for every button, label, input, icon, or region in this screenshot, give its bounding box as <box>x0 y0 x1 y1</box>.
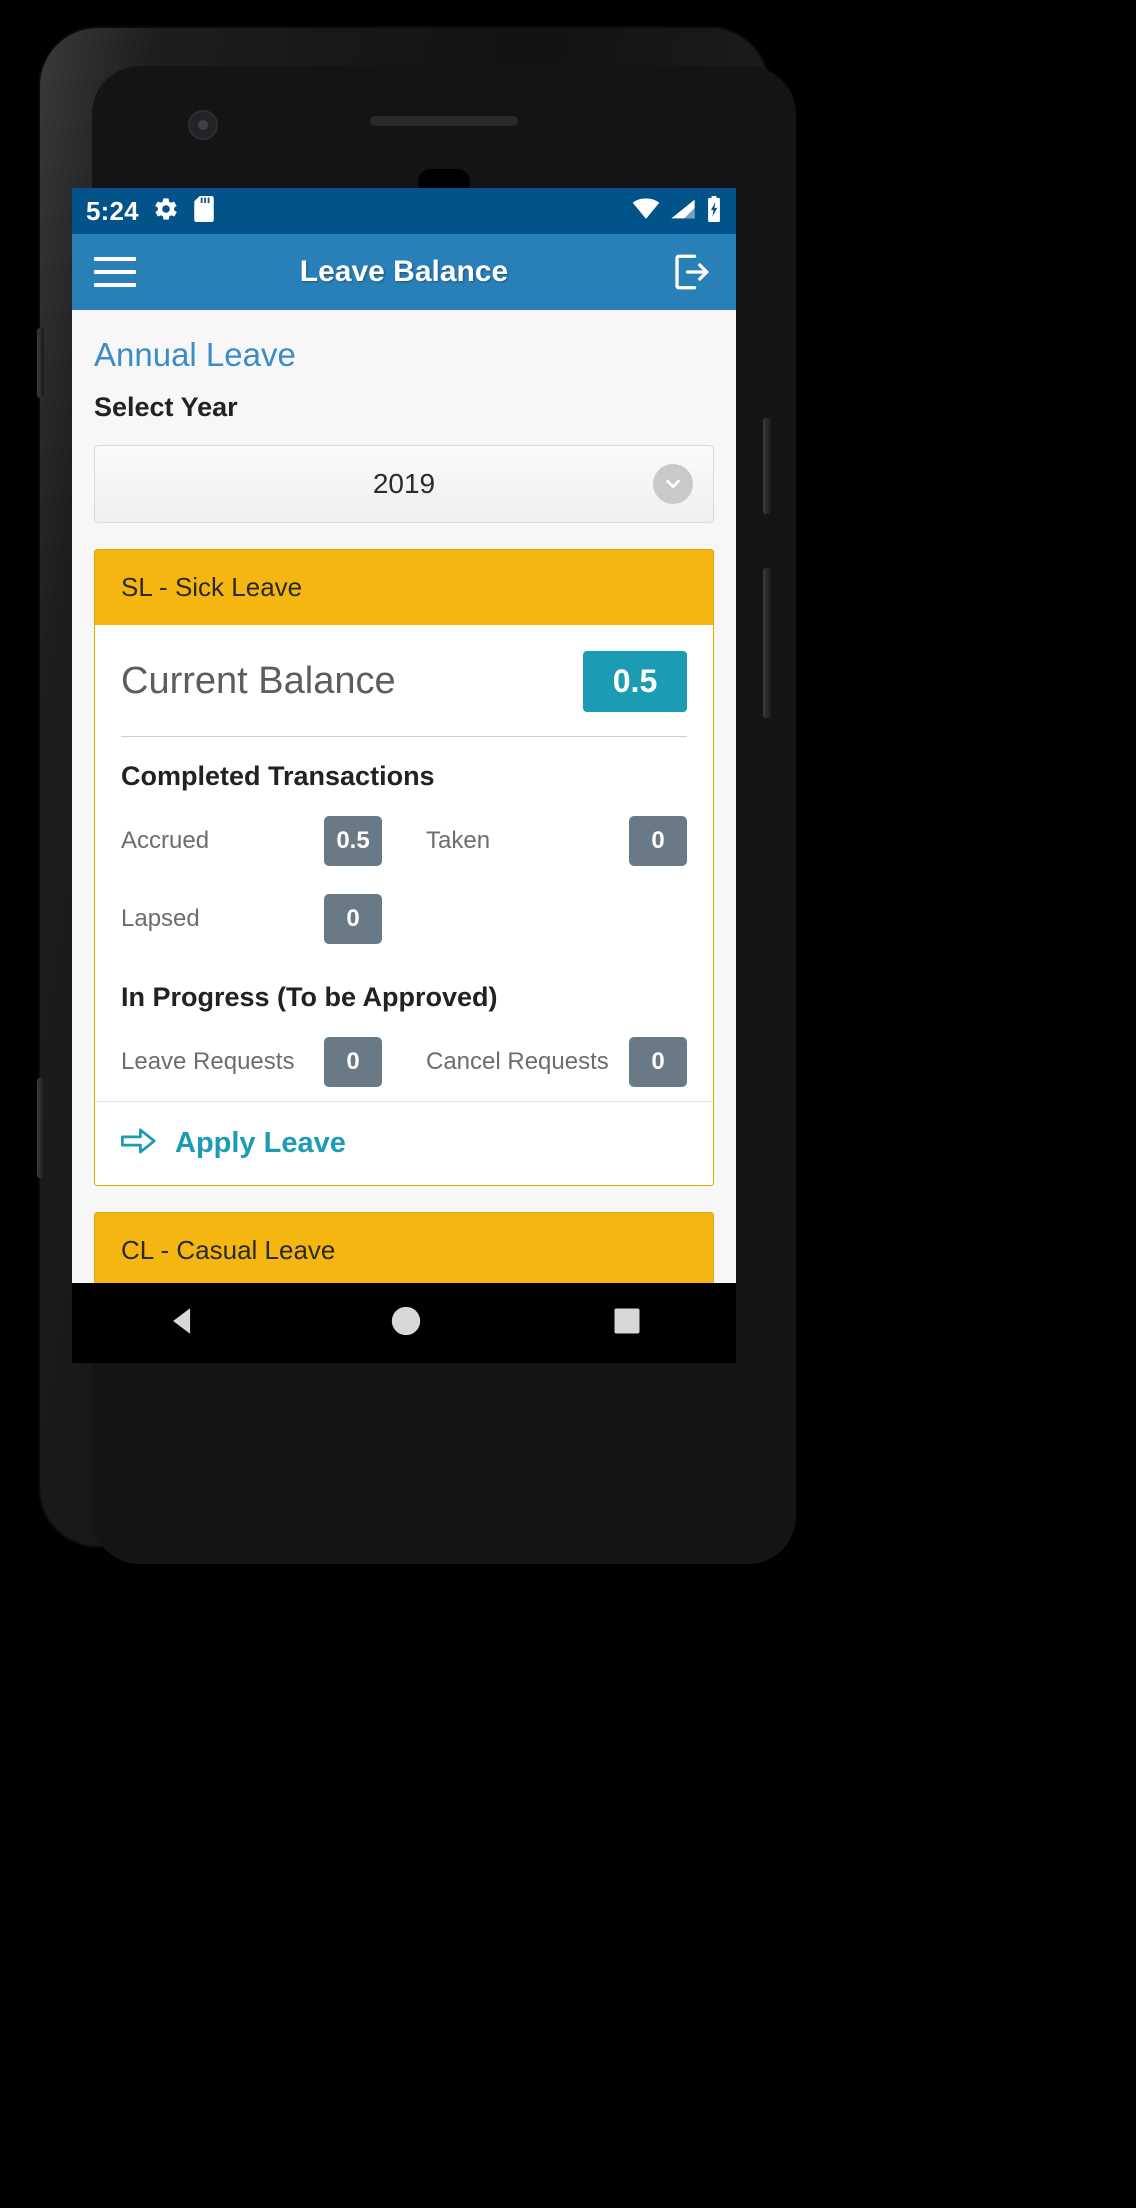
gear-icon <box>153 196 179 227</box>
logout-icon[interactable] <box>668 249 714 295</box>
stat-label: Leave Requests <box>121 1048 295 1075</box>
year-select-value: 2019 <box>372 468 436 499</box>
front-camera-icon <box>188 110 218 140</box>
leave-card-header: CL - Casual Leave <box>95 1213 713 1283</box>
status-bar-left: 5:24 <box>86 195 215 227</box>
status-bar-right <box>632 195 722 227</box>
stat-value: 0.5 <box>324 816 382 866</box>
leave-card-body: Current Balance 0.5 Completed Transactio… <box>95 625 713 1101</box>
stat-label: Accrued <box>121 827 210 854</box>
leave-card-header: SL - Sick Leave <box>95 550 713 625</box>
sd-card-icon <box>193 195 215 227</box>
app-bar: Leave Balance <box>72 234 736 310</box>
hamburger-line <box>94 283 136 287</box>
year-select-dropdown[interactable]: 2019 <box>94 445 714 523</box>
section-title: Annual Leave <box>94 336 296 373</box>
hamburger-menu-icon[interactable] <box>94 257 136 287</box>
stat-value: 0 <box>629 816 687 866</box>
leave-card-casual-leave: CL - Casual Leave <box>94 1212 714 1283</box>
stat-item: Leave Requests 0 <box>121 1023 404 1101</box>
earpiece-speaker <box>370 116 518 126</box>
apply-leave-button[interactable]: Apply Leave <box>95 1101 713 1185</box>
left-side-button-2[interactable] <box>37 1078 44 1178</box>
wifi-icon <box>632 197 660 225</box>
power-button[interactable] <box>763 418 771 514</box>
hamburger-line <box>94 257 136 261</box>
stat-value: 0 <box>324 1037 382 1087</box>
status-bar: 5:24 <box>72 188 736 234</box>
stat-item: Accrued 0.5 <box>121 802 404 880</box>
stat-label: Lapsed <box>121 905 200 932</box>
signal-icon <box>669 198 697 225</box>
main-content: Annual Leave Select Year 2019 SL - Sick … <box>72 310 736 1283</box>
volume-button[interactable] <box>763 568 771 718</box>
in-progress-grid: Leave Requests 0 Cancel Requests 0 <box>121 1013 687 1101</box>
android-nav-bar <box>72 1283 736 1363</box>
triangle-back-icon[interactable] <box>166 1304 200 1343</box>
status-clock: 5:24 <box>86 195 139 226</box>
stat-value: 0 <box>629 1037 687 1087</box>
apply-leave-label: Apply Leave <box>175 1127 346 1159</box>
current-balance-label: Current Balance <box>121 660 396 702</box>
completed-transactions-title: Completed Transactions <box>121 761 435 791</box>
in-progress-title: In Progress (To be Approved) <box>121 982 498 1012</box>
leave-card-sick-leave: SL - Sick Leave Current Balance 0.5 Comp… <box>94 549 714 1186</box>
hamburger-line <box>94 270 136 274</box>
stat-item: Taken 0 <box>404 802 687 880</box>
completed-transactions-grid: Accrued 0.5 Taken 0 Lapsed 0 <box>121 792 687 958</box>
stat-label: Cancel Requests <box>426 1048 609 1075</box>
stat-item: Cancel Requests 0 <box>404 1023 687 1101</box>
stat-label: Taken <box>426 827 491 854</box>
select-year-label: Select Year <box>94 392 238 422</box>
current-balance-row: Current Balance 0.5 <box>121 625 687 737</box>
circle-home-icon[interactable] <box>389 1304 423 1343</box>
current-balance-badge: 0.5 <box>583 651 687 712</box>
arrow-right-icon <box>121 1126 157 1161</box>
square-recents-icon[interactable] <box>612 1306 642 1341</box>
stat-item: Lapsed 0 <box>121 880 404 958</box>
stat-item-empty <box>404 880 687 958</box>
battery-charging-icon <box>706 195 722 227</box>
stat-value: 0 <box>324 894 382 944</box>
phone-screen: 5:24 Leave Balance Annual Leave Select Y… <box>72 188 736 1363</box>
left-side-button[interactable] <box>37 328 44 398</box>
page-title: Leave Balance <box>299 255 509 288</box>
chevron-down-icon <box>653 464 693 504</box>
